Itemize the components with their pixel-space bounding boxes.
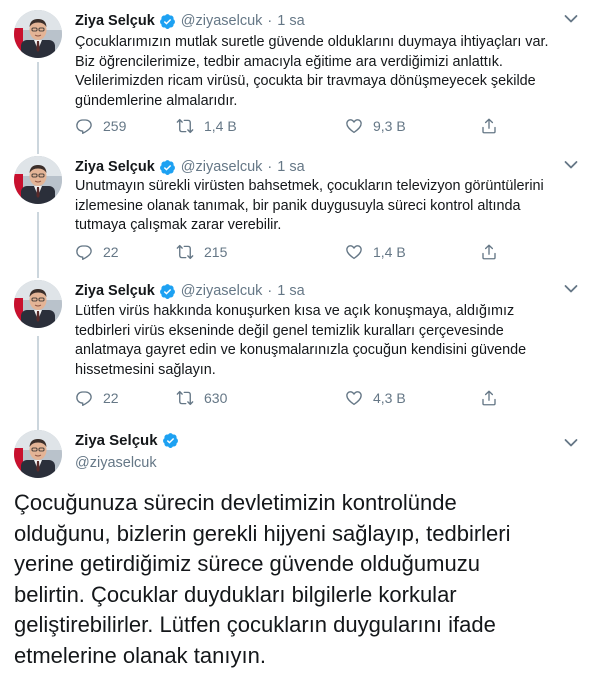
reply-count: 22 (103, 244, 119, 260)
chevron-down-icon[interactable] (564, 438, 578, 448)
reply-icon (75, 117, 93, 135)
author-handle[interactable]: @ziyaselcuk (181, 159, 263, 175)
share-button[interactable] (480, 388, 498, 408)
main-tweet-text-line: etmelerine olanak tanıyın. (14, 642, 266, 668)
author-name[interactable]: Ziya Selçuk (75, 159, 155, 175)
author-name[interactable]: Ziya Selçuk (75, 13, 155, 29)
tweet-text-line: Çocuklarımızın mutlak suretle güvende ol… (75, 34, 549, 50)
heart-icon (345, 117, 363, 135)
verified-badge-icon (162, 432, 179, 449)
retweet-count: 215 (204, 244, 228, 260)
retweet-icon (176, 117, 194, 135)
tweet-text: Lütfen virüs hakkında konuşurken kısa ve… (75, 302, 580, 380)
tweet-actions: 22 630 4,3 B (75, 388, 495, 408)
retweet-count: 1,4 B (204, 118, 237, 134)
tweet-header: Ziya Selçuk @ziyaselcuk · 1 sa (75, 10, 305, 32)
avatar[interactable] (14, 156, 62, 204)
verified-badge-icon (159, 13, 176, 30)
tweet-time[interactable]: 1 sa (277, 283, 304, 299)
tweet-text-line: hissetmesini sağlayın. (75, 361, 216, 378)
share-icon (480, 117, 498, 135)
verified-badge-icon (159, 159, 176, 176)
tweet[interactable]: Ziya Selçuk @ziyaselcuk · 1 sa Lütfen vi… (0, 280, 592, 415)
author-handle[interactable]: @ziyaselcuk (181, 283, 263, 299)
heart-icon (345, 389, 363, 407)
tweet-text-line: izlemesine olanak tanımak, bir panik duy… (75, 197, 521, 214)
tweet-header: Ziya Selçuk @ziyaselcuk · 1 sa (75, 156, 305, 178)
author-name-row: Ziya Selçuk (75, 432, 179, 449)
tweet-text-line: Biz öğrencilerimize, tedbir amacıyla eği… (75, 53, 503, 70)
retweet-count: 630 (204, 390, 228, 406)
tweet-actions: 259 1,4 B 9,3 B (75, 116, 495, 136)
author-handle[interactable]: @ziyaselcuk (75, 455, 157, 471)
main-tweet-text: Çocuğunuza sürecin devletimizin kontrolü… (14, 488, 584, 672)
main-tweet-text-line: geliştirebilirler. Lütfen çocukların duy… (14, 612, 496, 638)
retweet-icon (176, 243, 194, 261)
retweet-icon (176, 389, 194, 407)
tweet-header: Ziya Selçuk @ziyaselcuk · 1 sa (75, 280, 305, 302)
main-tweet-text-line: olduğunu, bizlerin gerekli hijyeni sağla… (14, 520, 511, 546)
main-tweet-text-line: Çocuğunuza sürecin devletimizin kontrolü… (14, 490, 457, 515)
like-count: 9,3 B (373, 118, 406, 134)
like-button[interactable]: 4,3 B (345, 388, 406, 408)
share-icon (480, 389, 498, 407)
avatar[interactable] (14, 280, 62, 328)
retweet-button[interactable]: 215 (176, 242, 227, 262)
tweet-text-line: Velilerimizden ricam virüsü, çocukta bir… (75, 73, 536, 89)
tweet-text: Unutmayın sürekli virüsten bahsetmek, ço… (75, 177, 580, 236)
like-button[interactable]: 1,4 B (345, 242, 406, 262)
tweet-text: Çocuklarımızın mutlak suretle güvende ol… (75, 33, 580, 111)
tweet-time[interactable]: 1 sa (277, 13, 304, 29)
heart-icon (345, 243, 363, 261)
avatar[interactable] (14, 10, 62, 58)
tweet[interactable]: Ziya Selçuk @ziyaselcuk · 1 sa Unutmayın… (0, 156, 592, 271)
retweet-button[interactable]: 630 (176, 388, 227, 408)
main-tweet[interactable]: Ziya Selçuk @ziyaselcuk Çocuğunuza sürec… (0, 430, 592, 675)
reply-icon (75, 389, 93, 407)
reply-button[interactable]: 22 (75, 242, 119, 262)
tweet-text-line: gündemlerine almalarıdır. (75, 92, 238, 109)
tweet-actions: 22 215 1,4 B (75, 242, 495, 262)
chevron-down-icon[interactable] (564, 160, 578, 170)
reply-count: 259 (103, 118, 127, 134)
separator-dot: · (267, 159, 273, 175)
reply-button[interactable]: 22 (75, 388, 119, 408)
author-name[interactable]: Ziya Selçuk (75, 283, 155, 299)
separator-dot: · (267, 283, 273, 299)
like-count: 1,4 B (373, 244, 406, 260)
main-tweet-text-line: belirtin. Çocuklar duydukları bilgilerle… (14, 581, 457, 607)
avatar[interactable] (14, 430, 62, 478)
like-button[interactable]: 9,3 B (345, 116, 406, 136)
retweet-button[interactable]: 1,4 B (176, 116, 237, 136)
like-count: 4,3 B (373, 390, 406, 406)
share-button[interactable] (480, 242, 498, 262)
main-tweet-text-line: yerine getirdiğimiz sürece güvende olduğ… (14, 551, 480, 577)
tweet-text-line: tedbirleri virüs ekseninde değil genel t… (75, 322, 504, 339)
author-handle[interactable]: @ziyaselcuk (181, 13, 263, 29)
tweet-text-line: tutmaya çalışmak zarar verebilir. (75, 217, 282, 233)
reply-icon (75, 243, 93, 261)
tweet[interactable]: Ziya Selçuk @ziyaselcuk · 1 sa Çocukları… (0, 10, 592, 148)
chevron-down-icon[interactable] (564, 14, 578, 24)
share-icon (480, 243, 498, 261)
verified-badge-icon (159, 283, 176, 300)
chevron-down-icon[interactable] (564, 284, 578, 294)
tweet-time[interactable]: 1 sa (277, 159, 304, 175)
author-name[interactable]: Ziya Selçuk (75, 432, 158, 449)
tweet-text-line: anlatmaya gayret edin ve konuşmalarınızl… (75, 342, 527, 358)
reply-count: 22 (103, 390, 119, 406)
separator-dot: · (267, 13, 273, 29)
share-button[interactable] (480, 116, 498, 136)
reply-button[interactable]: 259 (75, 116, 126, 136)
tweet-text-line: Lütfen virüs hakkında konuşurken kısa ve… (75, 303, 515, 319)
tweet-text-line: Unutmayın sürekli virüsten bahsetmek, ço… (75, 178, 544, 194)
